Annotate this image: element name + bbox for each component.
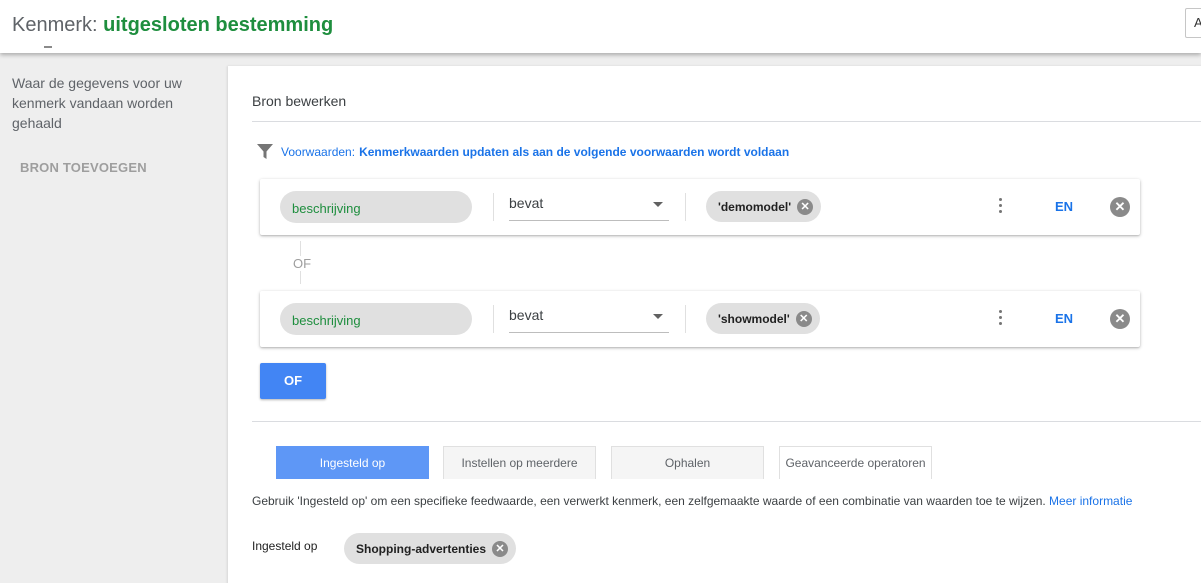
filter-icon (257, 144, 273, 159)
learn-more-link[interactable]: Meer informatie (1049, 494, 1132, 508)
more-options-icon[interactable] (994, 310, 1006, 330)
set-to-label: Ingesteld op (252, 539, 318, 553)
condition-value-chip: 'demomodel' ✕ (706, 191, 822, 222)
divider (685, 305, 686, 333)
or-separator: OF (291, 256, 314, 271)
help-text: Gebruik 'Ingesteld op' om een specifieke… (252, 494, 1132, 508)
operator-select[interactable]: bevat (509, 191, 669, 221)
page-title: Kenmerk: uitgesloten bestemming (12, 14, 333, 37)
add-or-condition-button[interactable]: OF (260, 363, 326, 399)
condition-row: beschrijving bevat 'demomodel' ✕ EN ✕ (260, 179, 1140, 235)
header-stub-divider (44, 46, 52, 48)
and-button[interactable]: EN (1055, 199, 1073, 214)
condition-row: beschrijving bevat 'showmodel' ✕ EN ✕ (260, 291, 1140, 347)
help-description: Gebruik 'Ingesteld op' om een specifieke… (252, 494, 1046, 508)
and-button[interactable]: EN (1055, 311, 1073, 326)
remove-condition-icon[interactable]: ✕ (1110, 309, 1130, 329)
conditions-header: Voorwaarden: Kenmerkwaarden updaten als … (256, 143, 789, 160)
condition-field[interactable]: beschrijving (280, 303, 472, 335)
dropdown-arrow-icon (653, 202, 663, 207)
page-header: Kenmerk: uitgesloten bestemming A (0, 0, 1201, 53)
operator-value: bevat (509, 307, 544, 323)
conditions-text: Kenmerkwaarden updaten als aan de volgen… (359, 144, 790, 159)
condition-value: 'demomodel' (718, 200, 792, 214)
divider (252, 421, 1201, 422)
add-source-button[interactable]: BRON TOEVOEGEN (20, 160, 147, 175)
sidebar-description: Waar de gegevens voor uw kenmerk vandaan… (12, 75, 182, 131)
condition-field[interactable]: beschrijving (280, 191, 472, 223)
condition-value-chip: 'showmodel' ✕ (706, 303, 820, 334)
header-edge-button[interactable]: A (1185, 8, 1201, 38)
divider (685, 193, 686, 221)
operator-value: bevat (509, 195, 544, 211)
remove-value-icon[interactable]: ✕ (795, 311, 812, 327)
tab-ingesteld-op[interactable]: Ingesteld op (276, 446, 429, 479)
remove-condition-icon[interactable]: ✕ (1110, 197, 1130, 217)
divider (493, 193, 494, 221)
set-to-value-chip: Shopping-advertenties ✕ (344, 533, 517, 564)
source-editor-panel: Bron bewerken Voorwaarden: Kenmerkwaarde… (228, 66, 1201, 583)
title-prefix: Kenmerk: (12, 14, 98, 36)
condition-value: 'showmodel' (718, 312, 790, 326)
divider (252, 121, 1201, 122)
tab-ophalen[interactable]: Ophalen (611, 446, 764, 479)
set-to-value: Shopping-advertenties (356, 542, 487, 556)
tab-instellen-op-meerdere[interactable]: Instellen op meerdere (443, 446, 596, 479)
more-options-icon[interactable] (994, 198, 1006, 218)
tab-geavanceerde-operatoren[interactable]: Geavanceerde operatoren (779, 446, 932, 479)
sidebar: Waar de gegevens voor uw kenmerk vandaan… (0, 53, 228, 583)
dropdown-arrow-icon (653, 314, 663, 319)
attribute-name: uitgesloten bestemming (103, 14, 334, 36)
operator-select[interactable]: bevat (509, 303, 669, 333)
divider (493, 305, 494, 333)
source-editor-title: Bron bewerken (252, 93, 347, 109)
remove-value-icon[interactable]: ✕ (492, 541, 509, 557)
conditions-label: Voorwaarden: (281, 144, 356, 159)
remove-value-icon[interactable]: ✕ (797, 199, 814, 215)
